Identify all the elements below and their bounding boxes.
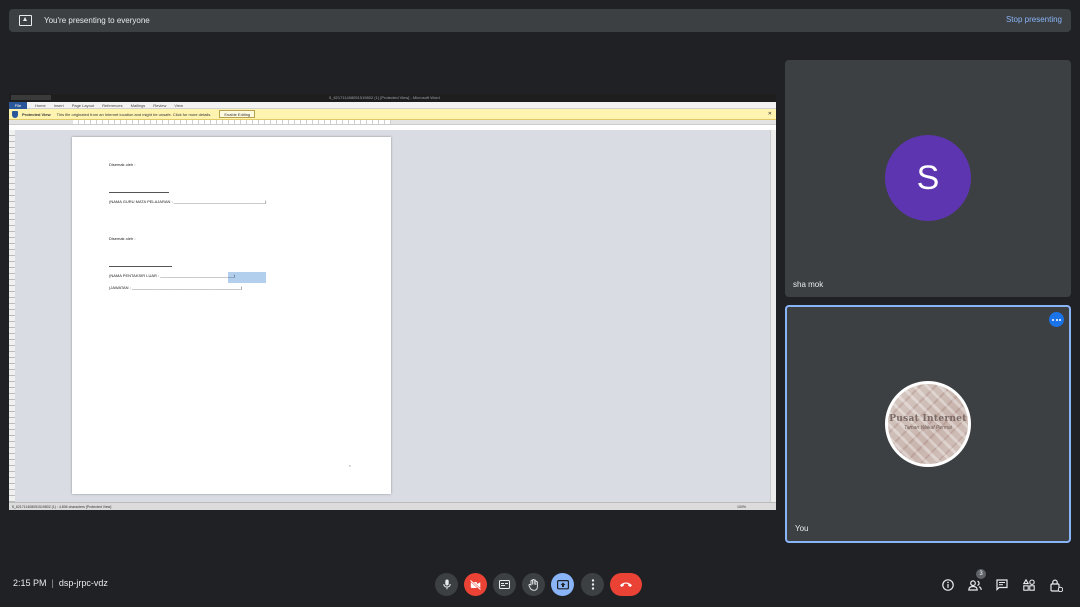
avatar-logo-subtitle: Taman Wakaf Permai: [904, 425, 952, 431]
meeting-code: dsp-jrpc-vdz: [58, 578, 108, 588]
host-controls-icon: [1049, 579, 1063, 592]
ribbon-tab-mailings: Mailings: [130, 102, 146, 108]
chat-button[interactable]: [994, 577, 1010, 593]
meeting-details-button[interactable]: [940, 577, 956, 593]
ribbon-tab-insert: Insert: [53, 102, 64, 108]
present-icon: [19, 15, 32, 26]
vertical-ruler: [9, 130, 15, 502]
signature-line: [109, 266, 172, 267]
people-count-badge: 3: [976, 569, 986, 579]
close-icon: ✕: [767, 111, 772, 117]
presenting-banner: You're presenting to everyone Stop prese…: [9, 9, 1071, 32]
presenting-message: You're presenting to everyone: [44, 16, 150, 25]
doc-line-guru: (NAMA GURU MATA PELAJARAN : ____________…: [109, 199, 267, 204]
vertical-scrollbar: [770, 130, 776, 502]
activities-button[interactable]: [1021, 577, 1037, 593]
doc-line-disemak-2: Disemak oleh :: [109, 236, 136, 241]
doc-line-pentaksir: (NAMA PENTAKSIR LUAR : _________________…: [109, 273, 236, 278]
mic-button[interactable]: [435, 573, 458, 596]
captions-button[interactable]: [493, 573, 516, 596]
ribbon-tab-references: References: [102, 102, 123, 108]
participant-name: sha mok: [793, 280, 824, 289]
info-icon: [942, 579, 954, 591]
people-icon: [968, 579, 982, 591]
protected-view-message: This file originated from an Internet lo…: [56, 111, 212, 117]
participant-name: You: [795, 524, 809, 533]
host-controls-button[interactable]: [1048, 577, 1064, 593]
ribbon-tab-home: Home: [35, 102, 46, 108]
document-area: Disemak oleh : (NAMA GURU MATA PELAJARAN…: [9, 130, 776, 502]
zoom-level: 100%: [737, 504, 746, 509]
quick-access-toolbar: [11, 95, 51, 100]
shield-icon: [12, 110, 18, 118]
page-number: 5: [349, 464, 351, 468]
camera-off-icon: [470, 579, 481, 590]
ribbon-tab-page-layout: Page Layout: [71, 102, 95, 108]
status-text: 5_621711408051519802 (1) : 4,806 charact…: [12, 504, 112, 509]
protected-view-bar: Protected View This file originated from…: [9, 109, 776, 120]
camera-button[interactable]: [464, 573, 487, 596]
more-options-icon[interactable]: [1049, 312, 1064, 327]
participant-tile[interactable]: S sha mok: [785, 60, 1071, 297]
stop-presenting-button[interactable]: Stop presenting: [1006, 15, 1062, 24]
end-call-icon: [620, 582, 632, 587]
doc-line-disemak-1: Disemak oleh :: [109, 162, 136, 167]
leave-call-button[interactable]: [610, 573, 642, 596]
ribbon-tab-file: File: [9, 101, 27, 109]
horizontal-ruler: [9, 120, 776, 125]
word-ribbon-tabs: File Home Insert Page Layout References …: [9, 101, 776, 109]
captions-icon: [499, 580, 510, 589]
avatar-logo-title: Pusat Internet: [889, 414, 967, 424]
people-button[interactable]: [967, 577, 983, 593]
word-title-bar: 5_621711408051519802 (1) [Protected View…: [9, 94, 776, 102]
avatar: Pusat Internet Taman Wakaf Permai: [885, 381, 971, 467]
self-tile[interactable]: Pusat Internet Taman Wakaf Permai You: [785, 305, 1071, 543]
chat-icon: [996, 579, 1008, 591]
meeting-info: 2:15 PM | dsp-jrpc-vdz: [13, 578, 108, 588]
activities-icon: [1023, 579, 1035, 591]
document-page: Disemak oleh : (NAMA GURU MATA PELAJARAN…: [72, 137, 391, 494]
protected-view-label: Protected View: [22, 111, 51, 117]
hand-icon: [528, 578, 538, 591]
avatar: S: [885, 135, 971, 221]
more-options-button[interactable]: [581, 573, 604, 596]
word-status-bar: 5_621711408051519802 (1) : 4,806 charact…: [9, 502, 776, 510]
enable-editing-button: Enable Editing: [219, 110, 256, 118]
more-vert-icon: [591, 579, 594, 590]
clock-time: 2:15 PM: [13, 578, 47, 588]
shared-screen: 5_621711408051519802 (1) [Protected View…: [9, 94, 776, 510]
present-now-button[interactable]: [551, 573, 574, 596]
word-window-title: 5_621711408051519802 (1) [Protected View…: [329, 95, 440, 100]
raise-hand-button[interactable]: [522, 573, 545, 596]
doc-line-jawatan: (JAWATAN : _____________________________…: [109, 285, 243, 290]
signature-line: [109, 192, 169, 193]
present-screen-icon: [556, 579, 569, 589]
ribbon-tab-review: Review: [153, 102, 167, 108]
mic-icon: [442, 579, 451, 590]
ribbon-tab-view: View: [174, 102, 184, 108]
